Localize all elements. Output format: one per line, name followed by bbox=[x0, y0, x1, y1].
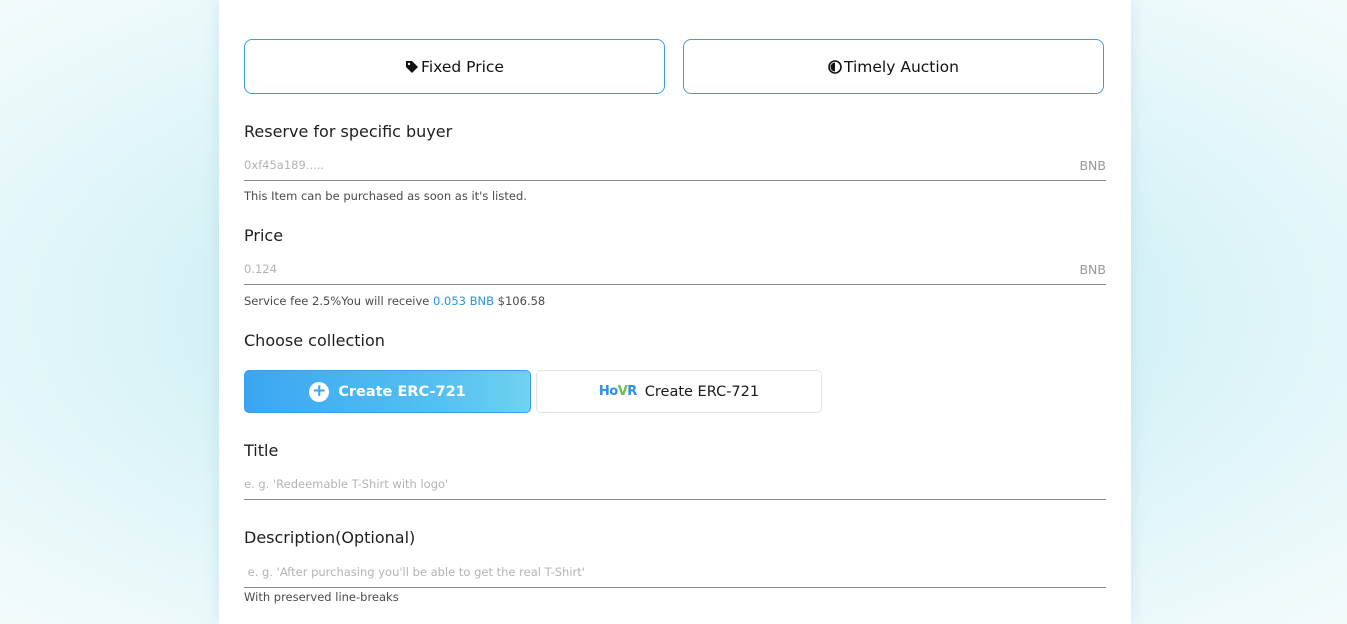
hovr-erc721-label: Create ERC-721 bbox=[644, 383, 760, 400]
reserve-address-input[interactable] bbox=[244, 154, 1004, 176]
create-erc721-label: Create ERC-721 bbox=[338, 383, 466, 400]
title-label: Title bbox=[244, 441, 279, 460]
reserve-unit: BNB bbox=[1079, 158, 1106, 173]
hovr-logo: HoVR bbox=[598, 384, 637, 399]
tag-icon bbox=[405, 60, 419, 74]
create-item-form-card: Fixed Price Timely Auction Reserve for s… bbox=[219, 0, 1131, 624]
fixed-price-button[interactable]: Fixed Price bbox=[244, 39, 665, 94]
usd-value: $106.58 bbox=[497, 294, 546, 308]
timely-auction-button[interactable]: Timely Auction bbox=[683, 39, 1104, 94]
choose-collection-label: Choose collection bbox=[244, 331, 385, 350]
title-input[interactable] bbox=[244, 473, 1004, 495]
fixed-price-label: Fixed Price bbox=[421, 57, 504, 76]
price-field: BNB bbox=[244, 258, 1106, 285]
price-unit: BNB bbox=[1079, 262, 1106, 277]
description-field bbox=[244, 561, 1106, 588]
service-fee-text: Service fee 2.5%You will receive bbox=[244, 294, 430, 308]
receive-amount: 0.053 BNB bbox=[433, 294, 495, 308]
price-label: Price bbox=[244, 226, 284, 245]
create-erc721-button[interactable]: + Create ERC-721 bbox=[244, 370, 531, 413]
reserve-label: Reserve for specific buyer bbox=[244, 122, 453, 141]
plus-circle-icon: + bbox=[309, 381, 330, 402]
hovr-erc721-button[interactable]: HoVR Create ERC-721 bbox=[536, 370, 822, 413]
reserve-field: BNB bbox=[244, 154, 1106, 181]
description-label: Description(Optional) bbox=[244, 528, 416, 547]
description-hint: With preserved line-breaks bbox=[244, 590, 399, 604]
price-input[interactable] bbox=[244, 258, 1004, 280]
service-fee-line: Service fee 2.5%You will receive 0.053 B… bbox=[244, 294, 545, 308]
timely-auction-label: Timely Auction bbox=[844, 57, 959, 76]
description-input[interactable] bbox=[244, 561, 1004, 583]
reserve-hint: This Item can be purchased as soon as it… bbox=[244, 189, 527, 203]
title-field bbox=[244, 473, 1106, 500]
half-moon-icon bbox=[828, 59, 842, 74]
